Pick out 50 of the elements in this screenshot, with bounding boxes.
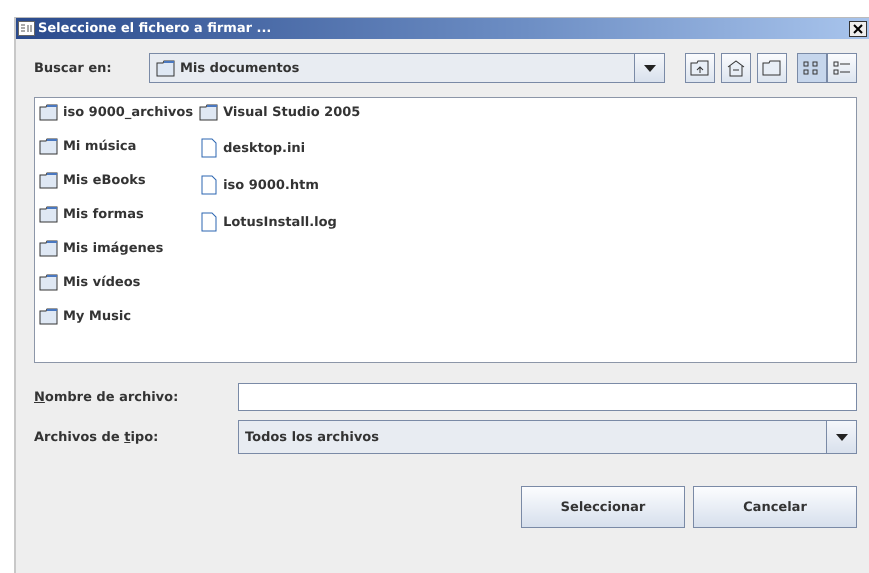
dropdown-arrow-button[interactable] — [826, 421, 856, 453]
app-icon — [18, 21, 35, 36]
toolbar-button[interactable] — [685, 53, 715, 83]
file-list-item[interactable]: Mis vídeos — [39, 274, 194, 291]
toolbar-button[interactable] — [757, 53, 787, 83]
folder-icon — [762, 60, 782, 76]
look-in-label: Buscar en: — [34, 60, 113, 76]
file-type-label: Archivos de tipo: — [34, 430, 158, 444]
toolbar-button[interactable] — [797, 53, 827, 83]
folder-icon — [39, 240, 59, 257]
file-list-item[interactable]: iso 9000_archivos — [39, 104, 194, 121]
file-name-field[interactable] — [238, 383, 857, 411]
toolbar-button[interactable] — [827, 53, 857, 83]
file-name-label: Nombre de archivo: — [34, 390, 178, 404]
file-list-item[interactable]: My Music — [39, 308, 194, 325]
file-icon — [199, 138, 220, 158]
folder-up-icon — [690, 60, 710, 76]
close-button[interactable] — [849, 20, 867, 36]
dropdown-arrow-button[interactable] — [634, 54, 664, 82]
details-view-icon — [833, 60, 851, 76]
file-icon — [199, 212, 220, 232]
file-list-item[interactable]: Visual Studio 2005 — [199, 104, 360, 121]
file-list-item[interactable]: Mi música — [39, 138, 194, 155]
file-list-item[interactable]: desktop.ini — [199, 138, 360, 158]
file-list-item[interactable]: Mis imágenes — [39, 240, 194, 257]
file-list-item[interactable]: Mis eBooks — [39, 172, 194, 189]
file-type-dropdown[interactable]: Todos los archivos — [238, 420, 857, 454]
window-title: Seleccione el fichero a firmar ... — [38, 21, 272, 36]
look-in-dropdown[interactable]: Mis documentos — [149, 53, 665, 83]
folder-icon — [39, 172, 59, 189]
folder-icon — [39, 206, 59, 223]
file-list-item[interactable]: Mis formas — [39, 206, 194, 223]
file-list-item[interactable]: LotusInstall.log — [199, 212, 360, 232]
folder-icon — [39, 138, 59, 155]
caret-icon — [644, 64, 656, 72]
folder-icon — [156, 60, 176, 76]
folder-icon — [199, 104, 220, 121]
home-icon — [726, 59, 746, 77]
folder-icon — [39, 274, 59, 291]
cancel-button[interactable]: Cancelar — [693, 486, 857, 528]
folder-icon — [39, 308, 59, 325]
file-list-item[interactable]: iso 9000.htm — [199, 175, 360, 195]
look-in-value: Mis documentos — [180, 60, 300, 76]
caret-icon — [836, 434, 848, 440]
toolbar-button[interactable] — [721, 53, 751, 83]
select-button[interactable]: Seleccionar — [521, 486, 685, 528]
close-icon — [853, 24, 863, 34]
folder-icon — [39, 104, 59, 121]
file-type-value: Todos los archivos — [245, 430, 379, 444]
file-icon — [199, 175, 220, 195]
